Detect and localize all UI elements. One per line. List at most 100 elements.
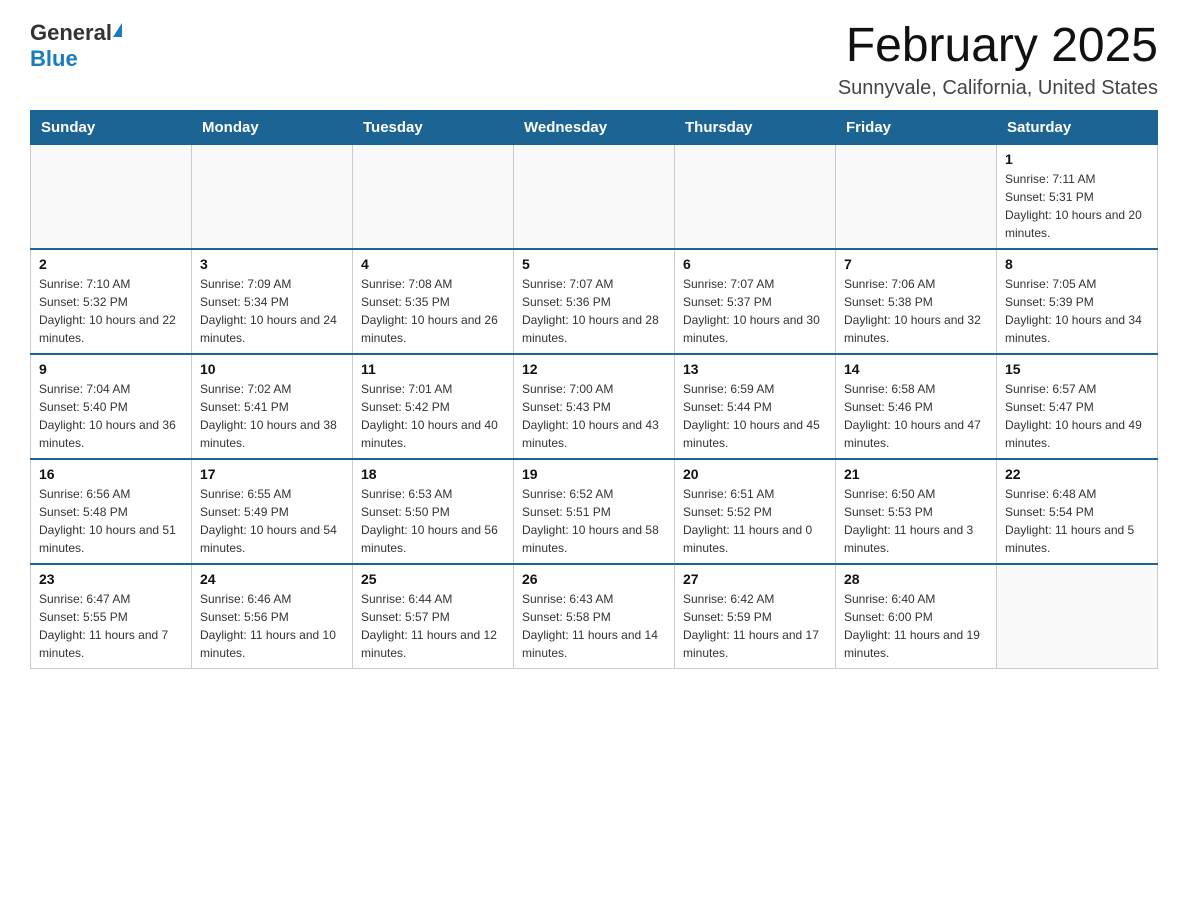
day-info-text: Sunset: 5:37 PM	[683, 293, 827, 311]
day-number: 8	[1005, 256, 1149, 272]
day-info-text: Daylight: 10 hours and 32 minutes.	[844, 311, 988, 347]
calendar-day-cell: 18Sunrise: 6:53 AMSunset: 5:50 PMDayligh…	[353, 459, 514, 564]
calendar-day-cell: 17Sunrise: 6:55 AMSunset: 5:49 PMDayligh…	[192, 459, 353, 564]
day-info-text: Sunset: 5:53 PM	[844, 503, 988, 521]
calendar-day-cell: 10Sunrise: 7:02 AMSunset: 5:41 PMDayligh…	[192, 354, 353, 459]
day-info-text: Daylight: 10 hours and 20 minutes.	[1005, 206, 1149, 242]
day-info-text: Daylight: 10 hours and 56 minutes.	[361, 521, 505, 557]
calendar-day-cell: 24Sunrise: 6:46 AMSunset: 5:56 PMDayligh…	[192, 564, 353, 669]
day-info-text: Sunrise: 7:00 AM	[522, 380, 666, 398]
day-number: 27	[683, 571, 827, 587]
calendar-day-cell: 20Sunrise: 6:51 AMSunset: 5:52 PMDayligh…	[675, 459, 836, 564]
day-info-text: Sunset: 5:42 PM	[361, 398, 505, 416]
day-info-text: Sunrise: 6:40 AM	[844, 590, 988, 608]
day-info-text: Daylight: 10 hours and 49 minutes.	[1005, 416, 1149, 452]
day-number: 14	[844, 361, 988, 377]
calendar-day-cell: 11Sunrise: 7:01 AMSunset: 5:42 PMDayligh…	[353, 354, 514, 459]
day-number: 9	[39, 361, 183, 377]
calendar-day-cell: 5 Sunrise: 7:07 AMSunset: 5:36 PMDaylight…	[514, 249, 675, 354]
day-info-text: Sunrise: 6:42 AM	[683, 590, 827, 608]
calendar-header-row: SundayMondayTuesdayWednesdayThursdayFrid…	[31, 110, 1158, 144]
day-info-text: Sunset: 5:35 PM	[361, 293, 505, 311]
day-info-text: Sunset: 5:34 PM	[200, 293, 344, 311]
day-info-text: Sunset: 5:57 PM	[361, 608, 505, 626]
calendar-day-cell	[836, 144, 997, 249]
day-of-week-header: Thursday	[675, 110, 836, 144]
day-info-text: Sunrise: 7:07 AM	[683, 275, 827, 293]
day-number: 16	[39, 466, 183, 482]
day-info-text: Daylight: 11 hours and 7 minutes.	[39, 626, 183, 662]
calendar-day-cell: 15Sunrise: 6:57 AMSunset: 5:47 PMDayligh…	[997, 354, 1158, 459]
day-info-text: Sunrise: 7:02 AM	[200, 380, 344, 398]
day-number: 19	[522, 466, 666, 482]
logo: General Blue	[30, 20, 122, 72]
calendar-day-cell: 12Sunrise: 7:00 AMSunset: 5:43 PMDayligh…	[514, 354, 675, 459]
day-info-text: Sunset: 5:47 PM	[1005, 398, 1149, 416]
day-info-text: Sunset: 5:39 PM	[1005, 293, 1149, 311]
day-info-text: Daylight: 10 hours and 43 minutes.	[522, 416, 666, 452]
day-info-text: Sunrise: 6:47 AM	[39, 590, 183, 608]
day-info-text: Sunset: 5:36 PM	[522, 293, 666, 311]
day-info-text: Daylight: 11 hours and 19 minutes.	[844, 626, 988, 662]
calendar-day-cell	[353, 144, 514, 249]
day-number: 21	[844, 466, 988, 482]
day-info-text: Sunrise: 6:55 AM	[200, 485, 344, 503]
day-info-text: Daylight: 10 hours and 51 minutes.	[39, 521, 183, 557]
day-info-text: Sunrise: 7:08 AM	[361, 275, 505, 293]
calendar-day-cell: 21 Sunrise: 6:50 AMSunset: 5:53 PMDayligh…	[836, 459, 997, 564]
calendar-table: SundayMondayTuesdayWednesdayThursdayFrid…	[30, 110, 1158, 669]
day-info-text: Sunrise: 6:59 AM	[683, 380, 827, 398]
calendar-day-cell: 25Sunrise: 6:44 AMSunset: 5:57 PMDayligh…	[353, 564, 514, 669]
day-info-text: Sunset: 5:54 PM	[1005, 503, 1149, 521]
calendar-day-cell: 3Sunrise: 7:09 AMSunset: 5:34 PMDaylight…	[192, 249, 353, 354]
calendar-day-cell	[514, 144, 675, 249]
day-info-text: Daylight: 11 hours and 17 minutes.	[683, 626, 827, 662]
day-info-text: Daylight: 10 hours and 22 minutes.	[39, 311, 183, 347]
day-info-text: Daylight: 11 hours and 3 minutes.	[844, 521, 988, 557]
day-info-text: Daylight: 10 hours and 45 minutes.	[683, 416, 827, 452]
day-info-text: Sunrise: 7:07 AM	[522, 275, 666, 293]
day-info-text: Sunrise: 7:04 AM	[39, 380, 183, 398]
calendar-week-row: 2Sunrise: 7:10 AMSunset: 5:32 PMDaylight…	[31, 249, 1158, 354]
day-info-text: Sunrise: 7:09 AM	[200, 275, 344, 293]
day-info-text: Sunrise: 6:44 AM	[361, 590, 505, 608]
calendar-day-cell: 19Sunrise: 6:52 AMSunset: 5:51 PMDayligh…	[514, 459, 675, 564]
day-info-text: Sunset: 5:31 PM	[1005, 188, 1149, 206]
day-info-text: Daylight: 10 hours and 34 minutes.	[1005, 311, 1149, 347]
calendar-week-row: 1Sunrise: 7:11 AMSunset: 5:31 PMDaylight…	[31, 144, 1158, 249]
day-info-text: Daylight: 11 hours and 14 minutes.	[522, 626, 666, 662]
day-of-week-header: Tuesday	[353, 110, 514, 144]
day-info-text: Sunset: 5:44 PM	[683, 398, 827, 416]
day-info-text: Sunrise: 7:01 AM	[361, 380, 505, 398]
day-number: 10	[200, 361, 344, 377]
day-info-text: Sunset: 5:49 PM	[200, 503, 344, 521]
day-info-text: Daylight: 11 hours and 0 minutes.	[683, 521, 827, 557]
calendar-day-cell: 13Sunrise: 6:59 AMSunset: 5:44 PMDayligh…	[675, 354, 836, 459]
day-number: 2	[39, 256, 183, 272]
day-number: 23	[39, 571, 183, 587]
day-number: 5	[522, 256, 666, 272]
day-number: 17	[200, 466, 344, 482]
day-info-text: Daylight: 10 hours and 36 minutes.	[39, 416, 183, 452]
calendar-day-cell: 6Sunrise: 7:07 AMSunset: 5:37 PMDaylight…	[675, 249, 836, 354]
day-info-text: Sunrise: 6:53 AM	[361, 485, 505, 503]
calendar-day-cell: 8Sunrise: 7:05 AMSunset: 5:39 PMDaylight…	[997, 249, 1158, 354]
day-number: 18	[361, 466, 505, 482]
day-info-text: Sunset: 5:59 PM	[683, 608, 827, 626]
calendar-day-cell: 9Sunrise: 7:04 AMSunset: 5:40 PMDaylight…	[31, 354, 192, 459]
calendar-day-cell: 14Sunrise: 6:58 AMSunset: 5:46 PMDayligh…	[836, 354, 997, 459]
calendar-day-cell: 7Sunrise: 7:06 AMSunset: 5:38 PMDaylight…	[836, 249, 997, 354]
day-info-text: Daylight: 10 hours and 47 minutes.	[844, 416, 988, 452]
day-info-text: Sunrise: 7:06 AM	[844, 275, 988, 293]
calendar-day-cell: 1Sunrise: 7:11 AMSunset: 5:31 PMDaylight…	[997, 144, 1158, 249]
day-info-text: Daylight: 10 hours and 58 minutes.	[522, 521, 666, 557]
day-info-text: Sunrise: 6:50 AM	[844, 485, 988, 503]
day-info-text: Daylight: 10 hours and 28 minutes.	[522, 311, 666, 347]
calendar-day-cell	[675, 144, 836, 249]
day-number: 25	[361, 571, 505, 587]
day-number: 1	[1005, 151, 1149, 167]
day-number: 26	[522, 571, 666, 587]
day-number: 24	[200, 571, 344, 587]
calendar-day-cell: 28Sunrise: 6:40 AMSunset: 6:00 PMDayligh…	[836, 564, 997, 669]
logo-general-text: General	[30, 20, 112, 46]
